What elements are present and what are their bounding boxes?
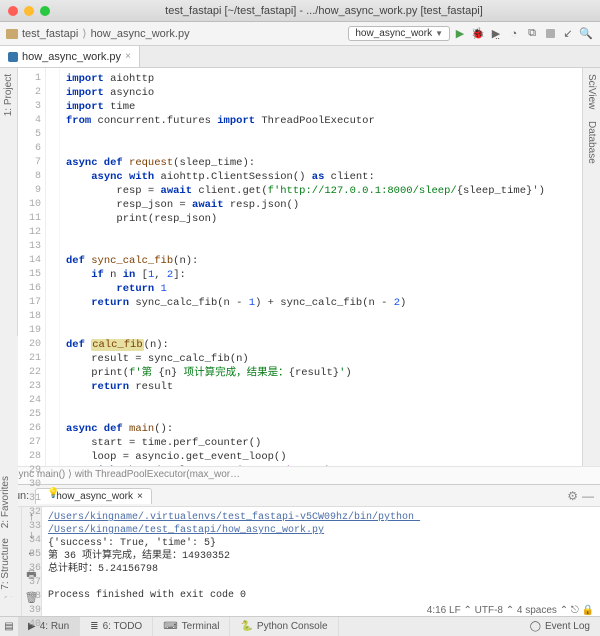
fold-gutter: 💡 xyxy=(46,68,60,466)
stop-button[interactable] xyxy=(542,26,558,42)
update-button[interactable]: ↙ xyxy=(560,26,576,42)
tab-todo[interactable]: ≣6: TODO xyxy=(80,617,153,636)
run-button[interactable]: ▶ xyxy=(452,26,468,42)
python-file-icon xyxy=(8,52,18,62)
hide-icon[interactable]: — xyxy=(582,489,594,503)
tool-database[interactable]: Database xyxy=(586,121,597,164)
profile-button[interactable]: ◔ xyxy=(506,26,522,42)
run-header: Run: how_async_work × ⚙ — xyxy=(0,485,600,507)
navigation-bar: test_fastapi ⟩ how_async_work.py how_asy… xyxy=(0,22,600,46)
zoom-icon[interactable] xyxy=(40,6,50,16)
debug-button[interactable]: 🐞 xyxy=(470,26,486,42)
breadcrumb[interactable]: test_fastapi ⟩ how_async_work.py xyxy=(6,27,190,40)
editor-breadcrumb[interactable]: async main() ⟩ with ThreadPoolExecutor(m… xyxy=(0,466,600,484)
run-coverage-button[interactable]: ▶̤ xyxy=(488,26,504,42)
window-title: test_fastapi [~/test_fastapi] - .../how_… xyxy=(56,5,592,17)
window-controls xyxy=(8,6,50,16)
run-config-selector[interactable]: how_async_work ▼ xyxy=(348,26,450,41)
tab-terminal[interactable]: ⌨Terminal xyxy=(153,617,230,636)
tool-project[interactable]: 1: Project xyxy=(3,74,14,116)
run-tool-window: Run: how_async_work × ⚙ — ▶ ■ ⟳ ⧉ 📌 ↑ ↓ … xyxy=(0,484,600,616)
tab-event-log[interactable]: ◯Event Log xyxy=(520,617,600,636)
breadcrumb-root: test_fastapi xyxy=(22,28,78,40)
left-tool-strip-lower: 2: Favorites 7: Structure xyxy=(0,336,18,596)
bottom-tool-tabs: ▤ ▶4: Run ≣6: TODO ⌨Terminal 🐍Python Con… xyxy=(0,616,600,636)
line-number-gutter: 1234567891011121314151617181920212223242… xyxy=(18,68,46,466)
search-icon[interactable]: 🔍 xyxy=(578,26,594,42)
tool-sciview[interactable]: SciView xyxy=(586,74,597,109)
status-bar: 4:16 LF ⌃ UTF-8 ⌃ 4 spaces ⌃ ⎋ 🔒 xyxy=(427,605,594,616)
run-output[interactable]: /Users/kingname/.virtualenvs/test_fastap… xyxy=(42,507,600,616)
tool-favorites[interactable]: 2: Favorites xyxy=(0,476,18,528)
editor-tabs: how_async_work.py × xyxy=(0,46,600,68)
right-tool-strip: SciView Database xyxy=(582,68,600,466)
concurrency-button[interactable]: ⧉ xyxy=(524,26,540,42)
editor-area: 1: Project 12345678910111213141516171819… xyxy=(0,68,600,466)
breadcrumb-file: how_async_work.py xyxy=(91,28,190,40)
run-toolbar: how_async_work ▼ ▶ 🐞 ▶̤ ◔ ⧉ ↙ 🔍 xyxy=(348,26,594,42)
chevron-down-icon: ▼ xyxy=(435,29,443,38)
tab-python-console[interactable]: 🐍Python Console xyxy=(230,617,338,636)
chevron-right-icon: ⟩ xyxy=(82,27,86,40)
minimize-icon[interactable] xyxy=(24,6,34,16)
titlebar: test_fastapi [~/test_fastapi] - .../how_… xyxy=(0,0,600,22)
tab-how-async-work[interactable]: how_async_work.py × xyxy=(0,46,140,67)
close-icon[interactable] xyxy=(8,6,18,16)
close-run-tab-icon[interactable]: × xyxy=(137,491,143,502)
tool-structure[interactable]: 7: Structure xyxy=(0,538,18,590)
quick-doc-icon[interactable]: ▤ xyxy=(0,621,18,632)
gear-icon[interactable]: ⚙ xyxy=(567,489,578,503)
folder-icon xyxy=(6,29,18,39)
close-tab-icon[interactable]: × xyxy=(125,51,131,62)
code-editor[interactable]: import aiohttpimport asyncioimport timef… xyxy=(60,68,582,466)
